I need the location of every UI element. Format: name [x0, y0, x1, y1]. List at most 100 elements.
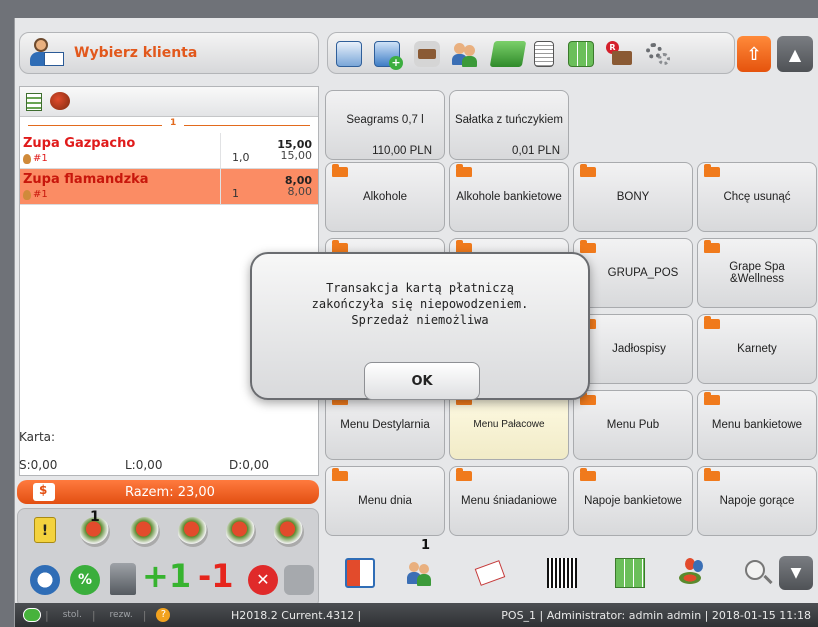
grid-edit-icon[interactable]	[568, 41, 594, 67]
version-info: H2018.2 Current.4312 |	[231, 608, 362, 622]
category-button[interactable]: Napoje gorące	[697, 466, 817, 536]
voucher-cut-icon[interactable]	[474, 558, 506, 588]
category-button[interactable]: Menu Pub	[573, 390, 693, 460]
order-item-price: 15,00 15,00	[277, 138, 312, 162]
category-button[interactable]: Menu Destylarnia	[325, 390, 445, 460]
money-bag-icon	[33, 483, 55, 501]
dialog-message: Transakcja kartą płatniczą zakończyła si…	[311, 281, 529, 327]
category-button[interactable]: Karnety	[697, 314, 817, 384]
order-item-seat: #1	[23, 189, 48, 200]
settings-gears-icon[interactable]	[646, 41, 672, 67]
ok-button[interactable]: OK	[364, 362, 480, 400]
status-bar: | stol. | rezw. | ? H2018.2 Current.4312…	[15, 603, 818, 627]
category-button[interactable]: Menu bankietowe	[697, 390, 817, 460]
category-button[interactable]: Jadłospisy	[573, 314, 693, 384]
add-client-icon[interactable]: +	[374, 41, 403, 70]
party-balloons-icon[interactable]	[677, 558, 707, 588]
category-button[interactable]: Alkohole bankietowe	[449, 162, 569, 232]
seat-icon	[23, 153, 31, 164]
receipt-icon[interactable]	[534, 41, 554, 67]
folder-icon	[704, 392, 720, 405]
piece-count-icon[interactable]	[284, 565, 314, 595]
category-button[interactable]: BONY	[573, 162, 693, 232]
table-icon[interactable]	[414, 41, 440, 67]
dish-icon[interactable]	[50, 92, 70, 110]
folder-icon	[332, 164, 348, 177]
folder-icon	[580, 468, 596, 481]
help-icon[interactable]: ?	[156, 608, 171, 622]
export-icon: ⇧	[746, 43, 762, 65]
category-button[interactable]: Chcę usunąć	[697, 162, 817, 232]
clock-icon[interactable]	[30, 565, 60, 595]
folder-icon	[704, 316, 720, 329]
folder-icon	[580, 164, 596, 177]
folder-icon	[704, 468, 720, 481]
table-status: stol.	[62, 610, 82, 620]
function-panel: ! 1 % +1 -1 ✕	[17, 508, 319, 608]
scroll-up-button[interactable]: ▲	[777, 36, 813, 72]
course-separator: 1	[20, 117, 318, 133]
order-item-qty: 1,0	[232, 151, 250, 164]
folder-icon	[456, 164, 472, 177]
l-value: L:0,00	[125, 458, 163, 472]
barcode-icon[interactable]	[547, 558, 577, 588]
cancel-icon[interactable]: ✕	[248, 565, 278, 595]
s-value: S:0,00	[19, 458, 58, 472]
stamp-icon[interactable]	[110, 563, 136, 595]
order-item-row[interactable]: Zupa Gazpacho #1 1,0 15,00 15,00	[20, 133, 318, 169]
seat-icon	[23, 189, 31, 200]
client-card-icon[interactable]	[336, 41, 362, 67]
product-button[interactable]: Seagrams 0,7 l 110,00 PLN	[325, 90, 445, 160]
move-up-dish-icon[interactable]	[130, 517, 160, 547]
plus-one-button[interactable]: +1	[142, 557, 191, 595]
arrow-down-icon: ▼	[790, 565, 802, 581]
category-button[interactable]: Menu dnia	[325, 466, 445, 536]
total-bar[interactable]: Razem: 23,00	[17, 480, 319, 504]
order-item-seat: #1	[23, 153, 48, 164]
category-button[interactable]: Grape Spa &Wellness	[697, 238, 817, 308]
bottom-toolbar: 1	[327, 536, 817, 602]
category-button-active[interactable]: Menu Pałacowe	[449, 390, 569, 460]
move-down-dish-icon[interactable]	[178, 517, 208, 547]
client-avatar-icon	[30, 38, 64, 68]
cash-icon[interactable]	[489, 41, 527, 67]
reservation-icon[interactable]: R	[606, 41, 632, 67]
order-item-name: Zupa flamandzka	[23, 172, 149, 187]
folder-icon	[332, 468, 348, 481]
session-info: POS_1 | Administrator: admin admin | 201…	[501, 608, 811, 622]
pos-window: Wybierz klienta + R ⇧ ▲ 1 Zupa Gazpacho …	[14, 18, 818, 627]
reservation-status: rezw.	[109, 610, 133, 620]
scroll-down-button[interactable]: ▼	[779, 556, 813, 590]
payment-error-dialog: Transakcja kartą płatniczą zakończyła si…	[250, 252, 590, 400]
users-transfer-icon[interactable]: 1	[407, 538, 437, 588]
select-client-button[interactable]: Wybierz klienta	[19, 32, 319, 74]
dish-count-icon[interactable]: 1	[80, 509, 110, 547]
connection-status-icon	[23, 608, 41, 622]
category-button[interactable]: Menu śniadaniowe	[449, 466, 569, 536]
category-button[interactable]: Napoje bankietowe	[573, 466, 693, 536]
category-button[interactable]: Alkohole	[325, 162, 445, 232]
category-button[interactable]: GRUPA_POS	[573, 238, 693, 308]
order-item-qty: 1	[232, 187, 239, 200]
select-client-label: Wybierz klienta	[74, 45, 198, 61]
percent-icon[interactable]: %	[70, 565, 100, 595]
total-label: Razem: 23,00	[125, 484, 215, 500]
split-icon[interactable]	[345, 558, 375, 588]
folder-icon	[456, 468, 472, 481]
transfer-dish-icon[interactable]	[274, 517, 304, 547]
order-toolbar	[20, 87, 318, 117]
order-item-row-selected[interactable]: Zupa flamandzka #1 1 8,00 8,00	[20, 169, 318, 205]
card-label: Karta:	[19, 430, 56, 444]
export-button[interactable]: ⇧	[737, 36, 771, 72]
top-toolbar: + R	[327, 32, 735, 74]
search-icon[interactable]	[743, 558, 773, 588]
grid-icon[interactable]	[615, 558, 645, 588]
note-icon[interactable]: !	[34, 517, 56, 543]
order-item-name: Zupa Gazpacho	[23, 136, 136, 151]
users-icon[interactable]	[452, 41, 478, 67]
order-list-icon[interactable]	[26, 93, 42, 111]
d-value: D:0,00	[229, 458, 270, 472]
product-button[interactable]: Sałatka z tuńczykiem 0,01 PLN	[449, 90, 569, 160]
minus-one-button[interactable]: -1	[198, 557, 234, 595]
print-dish-icon[interactable]	[226, 517, 256, 547]
